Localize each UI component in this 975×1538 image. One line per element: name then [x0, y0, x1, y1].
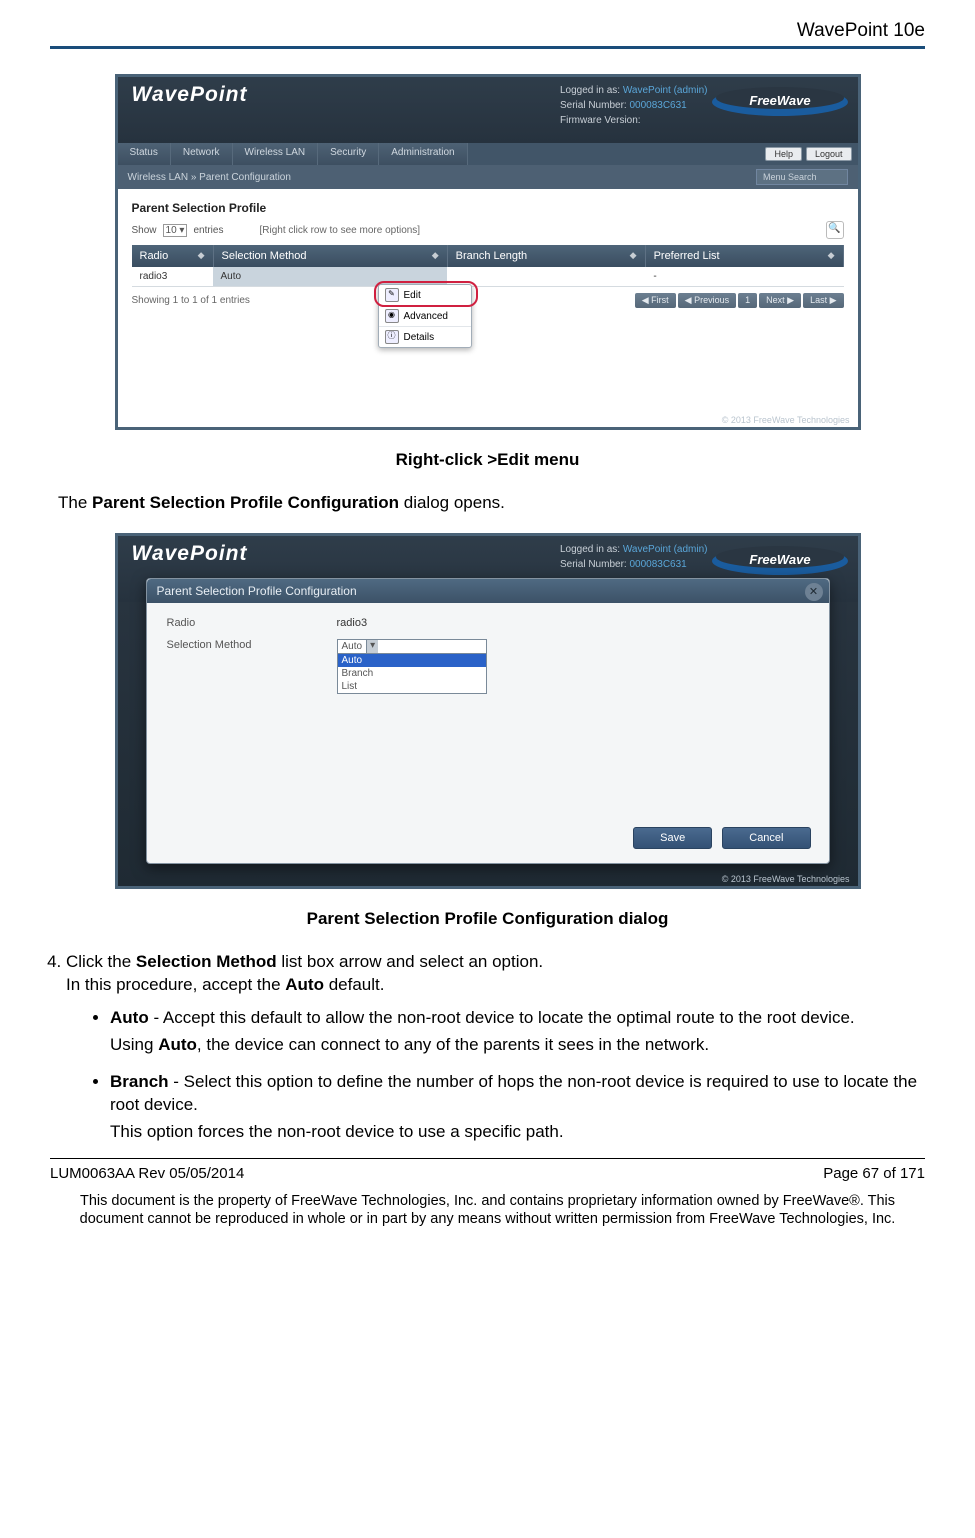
th-radio[interactable]: Radio	[140, 250, 169, 262]
save-button[interactable]: Save	[633, 827, 712, 849]
page-first[interactable]: ◀ First	[635, 293, 676, 308]
freewave-logo: FreeWave	[710, 540, 850, 582]
opt-auto[interactable]: Auto	[338, 654, 486, 667]
meta-serial-label: Serial Number:	[560, 100, 627, 111]
breadcrumb-text: Wireless LAN » Parent Configuration	[128, 172, 291, 183]
cell-branch-length	[447, 267, 645, 286]
selection-method-dropdown[interactable]: Auto▾ Auto Branch List	[337, 639, 487, 694]
meta-fw-label: Firmware Version:	[560, 115, 641, 126]
close-icon[interactable]: ✕	[805, 583, 823, 601]
logout-button[interactable]: Logout	[806, 147, 852, 161]
tab-network[interactable]: Network	[171, 143, 233, 165]
tab-wireless-lan[interactable]: Wireless LAN	[233, 143, 319, 165]
pagination: ◀ First ◀ Previous 1 Next ▶ Last ▶	[635, 293, 844, 308]
meta-logged-value: WavePoint (admin)	[623, 85, 708, 96]
opt-branch[interactable]: Branch	[338, 667, 486, 680]
th-branch-length[interactable]: Branch Length	[456, 250, 528, 262]
ctx-edit[interactable]: ✎Edit	[379, 285, 471, 306]
opt-list[interactable]: List	[338, 680, 486, 693]
header-product: WavePoint 10e	[50, 20, 925, 46]
details-icon: ⓘ	[385, 330, 399, 344]
svg-text:FreeWave: FreeWave	[749, 552, 810, 567]
dropdown-list: Auto Branch List	[337, 654, 487, 694]
selection-method-label: Selection Method	[167, 639, 337, 651]
page-prev[interactable]: ◀ Previous	[678, 293, 736, 308]
bullet-branch: Branch - Select this option to define th…	[110, 1071, 925, 1144]
tab-status[interactable]: Status	[118, 143, 171, 165]
svg-text:FreeWave: FreeWave	[749, 93, 810, 108]
cancel-button[interactable]: Cancel	[722, 827, 810, 849]
menu-search[interactable]: Menu Search	[756, 169, 848, 185]
caption-2: Parent Selection Profile Configuration d…	[50, 909, 925, 929]
header-rule	[50, 46, 925, 49]
chevron-down-icon: ▾	[366, 640, 378, 653]
wavepoint-logo: WavePoint	[132, 83, 248, 106]
header-meta: Logged in as: WavePoint (admin) Serial N…	[560, 83, 708, 128]
dialog-opens-text: The Parent Selection Profile Configurati…	[58, 492, 925, 515]
footer-rule	[50, 1158, 925, 1159]
tab-security[interactable]: Security	[318, 143, 379, 165]
radio-label: Radio	[167, 617, 337, 629]
copyright: © 2013 FreeWave Technologies	[722, 415, 850, 425]
wavepoint-logo: WavePoint	[132, 542, 248, 565]
rightclick-hint: [Right click row to see more options]	[259, 225, 420, 236]
doc-rev: LUM0063AA Rev 05/05/2014	[50, 1165, 244, 1182]
page-number: Page 67 of 171	[823, 1165, 925, 1182]
breadcrumb: Wireless LAN » Parent Configuration Menu…	[118, 165, 858, 189]
cell-radio: radio3	[132, 267, 213, 286]
panel-title: Parent Selection Profile	[132, 201, 844, 215]
footer-notice: This document is the property of FreeWav…	[50, 1192, 925, 1230]
table-info: Showing 1 to 1 of 1 entries	[132, 295, 250, 306]
page-1[interactable]: 1	[738, 293, 757, 308]
screenshot-edit-menu: WavePoint Logged in as: WavePoint (admin…	[115, 74, 861, 430]
entries-select[interactable]: 10 ▾	[163, 224, 188, 237]
page-next[interactable]: Next ▶	[759, 293, 801, 308]
nav-tabs: Status Network Wireless LAN Security Adm…	[118, 143, 858, 165]
page-last[interactable]: Last ▶	[803, 293, 843, 308]
table-header: Radio◆ Selection Method◆ Branch Length◆ …	[132, 245, 844, 267]
search-icon[interactable]: 🔍	[826, 221, 844, 239]
screenshot-config-dialog: WavePoint Logged in as: WavePoint (admin…	[115, 533, 861, 889]
show-label: Show	[132, 225, 157, 236]
freewave-logo: FreeWave	[710, 81, 850, 123]
caption-1: Right-click >Edit menu	[50, 450, 925, 470]
meta-serial-value: 000083C631	[629, 100, 686, 111]
cell-preferred-list: -	[645, 267, 843, 286]
config-dialog: Parent Selection Profile Configuration ✕…	[146, 578, 830, 864]
step-4: Click the Selection Method list box arro…	[66, 951, 925, 1144]
header-meta: Logged in as: WavePoint (admin) Serial N…	[560, 542, 708, 572]
table-row[interactable]: radio3 Auto -	[132, 267, 844, 287]
help-button[interactable]: Help	[765, 147, 802, 161]
meta-logged-label: Logged in as:	[560, 85, 620, 96]
copyright: © 2013 FreeWave Technologies	[722, 874, 850, 884]
footer-row: LUM0063AA Rev 05/05/2014 Page 67 of 171	[50, 1165, 925, 1182]
ctx-details[interactable]: ⓘDetails	[379, 327, 471, 347]
edit-icon: ✎	[385, 288, 399, 302]
dialog-title: Parent Selection Profile Configuration ✕	[147, 579, 829, 603]
step-list: Click the Selection Method list box arro…	[66, 951, 925, 1144]
entries-label: entries	[193, 225, 223, 236]
tab-administration[interactable]: Administration	[379, 143, 467, 165]
context-menu: ✎Edit ◉Advanced ⓘDetails	[378, 284, 472, 348]
advanced-icon: ◉	[385, 309, 399, 323]
bullet-auto: Auto - Accept this default to allow the …	[110, 1007, 925, 1057]
th-selection-method[interactable]: Selection Method	[222, 250, 307, 262]
th-preferred-list[interactable]: Preferred List	[654, 250, 720, 262]
radio-value: radio3	[337, 617, 368, 629]
ctx-advanced[interactable]: ◉Advanced	[379, 306, 471, 327]
